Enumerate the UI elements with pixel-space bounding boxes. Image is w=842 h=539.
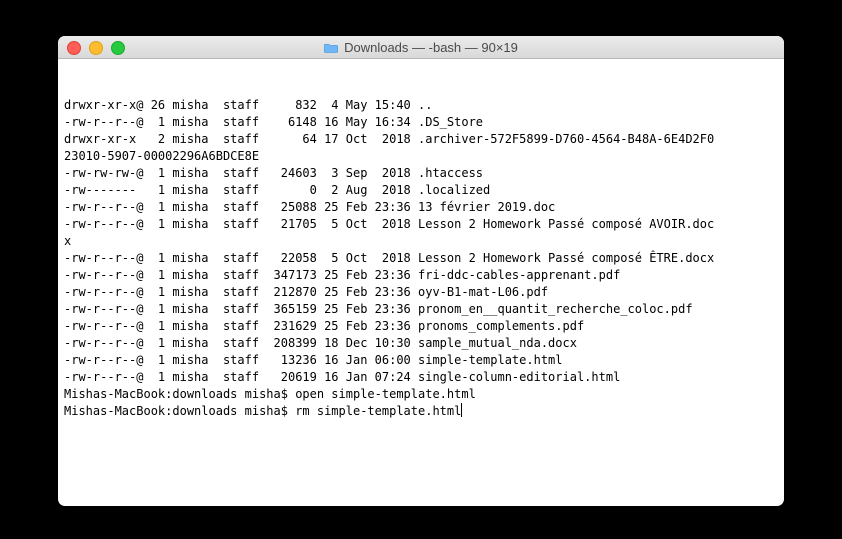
window-title-area: Downloads — -bash — 90×19 (58, 40, 784, 55)
window-title: Downloads — -bash — 90×19 (344, 40, 518, 55)
maximize-icon[interactable] (111, 41, 125, 55)
close-icon[interactable] (67, 41, 81, 55)
terminal-line: drwxr-xr-x 2 misha staff 64 17 Oct 2018 … (64, 131, 778, 148)
terminal-line: -rw-r--r--@ 1 misha staff 13236 16 Jan 0… (64, 352, 778, 369)
terminal-line: drwxr-xr-x@ 26 misha staff 832 4 May 15:… (64, 97, 778, 114)
terminal-line: Mishas-MacBook:downloads misha$ rm simpl… (64, 403, 778, 420)
terminal-line: -rw-rw-rw-@ 1 misha staff 24603 3 Sep 20… (64, 165, 778, 182)
terminal-line: -rw-r--r--@ 1 misha staff 212870 25 Feb … (64, 284, 778, 301)
titlebar[interactable]: Downloads — -bash — 90×19 (58, 36, 784, 59)
minimize-icon[interactable] (89, 41, 103, 55)
terminal-line: -rw-r--r--@ 1 misha staff 208399 18 Dec … (64, 335, 778, 352)
folder-icon (324, 42, 338, 53)
terminal-line: -rw-r--r--@ 1 misha staff 25088 25 Feb 2… (64, 199, 778, 216)
terminal-line: -rw------- 1 misha staff 0 2 Aug 2018 .l… (64, 182, 778, 199)
terminal-line: -rw-r--r--@ 1 misha staff 6148 16 May 16… (64, 114, 778, 131)
terminal-line: -rw-r--r--@ 1 misha staff 347173 25 Feb … (64, 267, 778, 284)
terminal-line: -rw-r--r--@ 1 misha staff 20619 16 Jan 0… (64, 369, 778, 386)
terminal-line: -rw-r--r--@ 1 misha staff 231629 25 Feb … (64, 318, 778, 335)
terminal-line: -rw-r--r--@ 1 misha staff 21705 5 Oct 20… (64, 216, 778, 233)
terminal-line: x (64, 233, 778, 250)
terminal-line: Mishas-MacBook:downloads misha$ open sim… (64, 386, 778, 403)
terminal-line: 23010-5907-00002296A6BDCE8E (64, 148, 778, 165)
cursor (461, 403, 462, 417)
terminal-window: Downloads — -bash — 90×19 drwxr-xr-x@ 26… (58, 36, 784, 506)
terminal-line: -rw-r--r--@ 1 misha staff 22058 5 Oct 20… (64, 250, 778, 267)
terminal-output[interactable]: drwxr-xr-x@ 26 misha staff 832 4 May 15:… (58, 59, 784, 458)
traffic-lights (67, 41, 125, 55)
terminal-line: -rw-r--r--@ 1 misha staff 365159 25 Feb … (64, 301, 778, 318)
